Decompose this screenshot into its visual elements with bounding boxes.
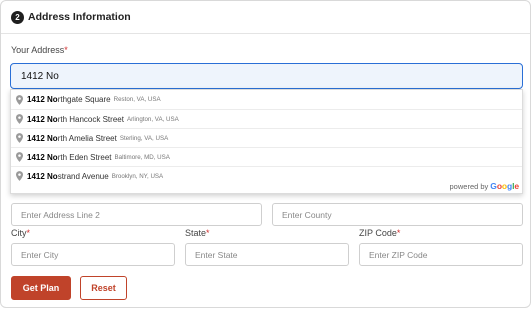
suggestion-main-text: rth Hancock Street — [57, 114, 124, 124]
address-line-2-input[interactable]: Enter Address Line 2 — [11, 203, 262, 226]
suggestion-secondary-text: Brooklyn, NY, USA — [111, 172, 164, 180]
city-label: City* — [11, 228, 30, 238]
state-label-text: State — [185, 228, 207, 238]
city-placeholder: Enter City — [21, 249, 59, 260]
suggestion-main-text: strand Avenue — [57, 171, 109, 181]
get-plan-button[interactable]: Get Plan — [11, 276, 71, 300]
suggestion-item[interactable]: 1412 No rth Hancock Street Arlington, VA,… — [11, 109, 522, 128]
reset-button[interactable]: Reset — [80, 276, 127, 300]
suggestion-match: 1412 No — [27, 95, 58, 104]
suggestion-secondary-text: Sterling, VA, USA — [119, 134, 169, 142]
suggestion-match: 1412 No — [27, 152, 58, 162]
map-pin-icon — [15, 114, 24, 125]
zip-code-input[interactable]: Enter ZIP Code — [359, 243, 523, 266]
map-pin-icon — [15, 152, 24, 163]
google-logo: Google — [490, 181, 519, 191]
suggestion-main-text: rth Amelia Street — [57, 133, 117, 143]
suggestion-item[interactable]: 1412 No rth Eden Street Baltimore, MD, US… — [11, 147, 522, 166]
address-label: Your Address* — [11, 45, 68, 55]
state-placeholder: Enter State — [195, 249, 238, 260]
county-input[interactable]: Enter County — [272, 203, 523, 226]
map-pin-icon — [15, 133, 24, 144]
map-pin-icon — [15, 171, 24, 182]
address-line-2-placeholder: Enter Address Line 2 — [21, 209, 100, 220]
city-input[interactable]: Enter City — [11, 243, 175, 266]
state-label: State* — [185, 228, 210, 238]
suggestion-secondary-text: Baltimore, MD, USA — [114, 153, 170, 161]
required-asterisk: * — [64, 45, 68, 55]
step-number-badge: 2 — [11, 10, 24, 24]
suggestion-secondary-text: Reston, VA, USA — [113, 96, 161, 103]
suggestion-secondary-text: Arlington, VA, USA — [126, 115, 179, 123]
card-header: 2 Address Information — [1, 1, 530, 34]
suggestion-main-text: rthgate Square — [57, 95, 111, 104]
suggestion-item[interactable]: 1412 No strand Avenue Brooklyn, NY, USA — [11, 166, 522, 185]
address-input[interactable]: 1412 No — [10, 63, 523, 89]
zip-label-text: ZIP Code — [359, 228, 397, 238]
map-pin-icon — [15, 94, 24, 105]
section-title: Address Information — [28, 11, 131, 23]
autocomplete-dropdown: 1412 No rthgate Square Reston, VA, USA 14… — [10, 89, 523, 194]
address-card: 2 Address Information Your Address* 1412… — [0, 0, 531, 308]
powered-by-google: powered by Google — [449, 181, 520, 191]
county-placeholder: Enter County — [282, 209, 332, 220]
suggestion-main-text: rth Eden Street — [57, 152, 112, 162]
suggestion-item[interactable]: 1412 No rthgate Square Reston, VA, USA — [11, 90, 522, 109]
required-asterisk: * — [26, 228, 31, 238]
suggestion-match: 1412 No — [27, 171, 58, 181]
required-asterisk: * — [396, 228, 401, 238]
suggestion-item[interactable]: 1412 No rth Amelia Street Sterling, VA, U… — [11, 128, 522, 147]
city-label-text: City — [11, 228, 27, 238]
state-input[interactable]: Enter State — [185, 243, 349, 266]
required-asterisk: * — [206, 228, 210, 238]
powered-by-text: powered by — [449, 182, 489, 191]
zip-label: ZIP Code* — [359, 228, 400, 238]
address-label-text: Your Address — [11, 45, 65, 55]
suggestion-match: 1412 No — [27, 133, 58, 143]
suggestion-match: 1412 No — [27, 114, 58, 124]
address-input-value: 1412 No — [21, 70, 59, 82]
zip-placeholder: Enter ZIP Code — [369, 249, 428, 260]
